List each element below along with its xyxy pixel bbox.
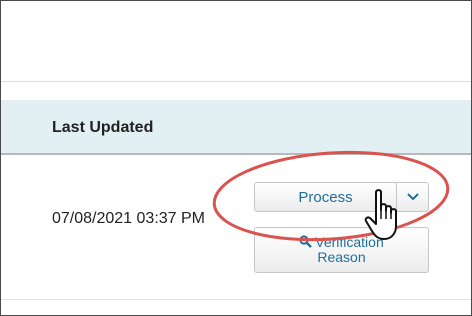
search-icon (299, 235, 313, 248)
row-divider (1, 299, 471, 300)
verification-reason-line2: Reason (317, 249, 366, 265)
screenshot-frame: Last Updated 07/08/2021 03:37 PM Process… (0, 0, 472, 316)
process-split-button[interactable]: Process (254, 182, 429, 212)
table-header-row: Last Updated (1, 100, 471, 155)
verification-reason-label: Verification Reason (299, 234, 384, 265)
process-dropdown-toggle[interactable] (396, 183, 428, 211)
verification-reason-line1: Verification (315, 234, 384, 250)
section-divider (1, 81, 471, 82)
verification-reason-button[interactable]: Verification Reason (254, 227, 429, 273)
chevron-down-icon (406, 193, 419, 201)
column-header-last-updated: Last Updated (52, 119, 154, 136)
process-button[interactable]: Process (255, 183, 396, 211)
last-updated-cell: 07/08/2021 03:37 PM (52, 210, 206, 227)
